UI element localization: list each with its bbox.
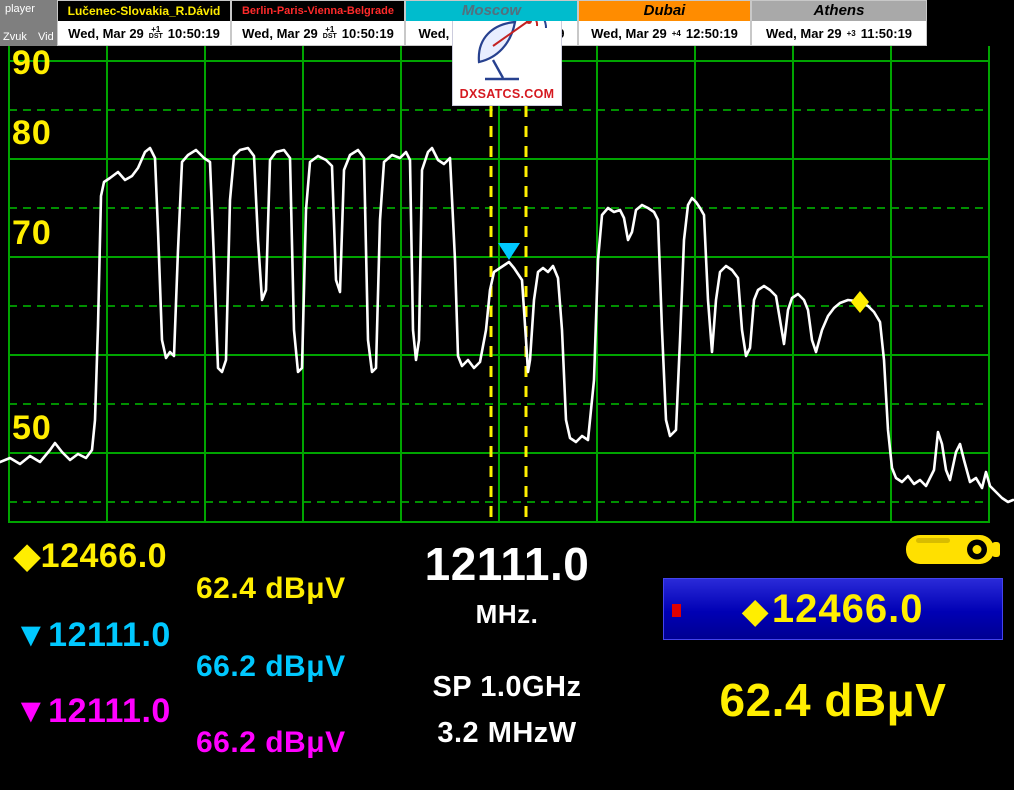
clock-tz-badge: +4: [672, 30, 681, 37]
clock-city-label: Athens: [752, 1, 926, 21]
sound-menu-label[interactable]: Zvuk: [3, 31, 27, 43]
player-menu-strip: player Zvuk Vid: [0, 0, 57, 46]
marker2-frequency: ▼12111.0: [14, 616, 171, 655]
clock-city-label: Berlin-Paris-Vienna-Belgrade: [232, 1, 404, 21]
yellow-marker-diamond-icon: [851, 291, 869, 313]
marker1-level: 62.4 dBμV: [196, 572, 346, 606]
clock-date: Wed, Mar 29: [242, 26, 318, 41]
clock-date: Wed, Mar 29: [766, 26, 842, 41]
dxsatcs-logo: DXSATCS.COM: [452, 9, 562, 106]
triangle-marker-icon: ▼: [14, 616, 48, 654]
clock-time: 11:50:19: [861, 26, 912, 41]
spectrum-trace: [0, 148, 1013, 502]
selected-marker-frequency: ◆12466.0: [743, 587, 924, 632]
bandwidth-readout: 3.2 MHzW: [390, 717, 624, 750]
logo-text: DXSATCS.COM: [453, 87, 561, 101]
satellite-dish-icon: [453, 10, 561, 86]
clock-date: Wed, Mar 29: [68, 26, 144, 41]
y-axis-label-50: 50: [12, 409, 52, 448]
player-menu-label[interactable]: player: [5, 3, 35, 15]
spectrum-canvas: [0, 46, 1014, 523]
clock-time: 10:50:19: [168, 26, 220, 41]
selected-marker-box: ◆12466.0: [663, 578, 1003, 640]
red-tick: [672, 604, 681, 617]
clock-tz-badge: +3: [847, 30, 856, 37]
triangle-marker-icon: ▼: [14, 692, 48, 730]
readout-panel: ◆12466.0 62.4 dBμV ▼12111.0 66.2 dBμV ▼1…: [0, 523, 1014, 790]
marker1-frequency: ◆12466.0: [14, 536, 167, 576]
clock-athens: Athens Wed, Mar 29 +3 11:50:19: [751, 0, 927, 46]
clock-tz-badge: +1DST: [323, 26, 337, 40]
frequency-unit: MHz.: [390, 599, 624, 630]
selected-marker-level: 62.4 dBμV: [663, 673, 1003, 727]
clock-city-label: Moscow: [406, 1, 577, 21]
spectrum-plot: 90 80 70 50: [0, 46, 1014, 523]
video-menu-label[interactable]: Vid: [38, 31, 54, 43]
clock-date: Wed, Mar 29: [591, 26, 667, 41]
y-axis-label-90: 90: [12, 44, 52, 83]
clock-time-row: Wed, Mar 29 +3 11:50:19: [752, 21, 926, 45]
marker3-frequency: ▼12111.0: [14, 692, 171, 731]
diamond-marker-icon: ◆: [743, 592, 769, 629]
marker2-level: 66.2 dBμV: [196, 650, 346, 684]
span-readout: SP 1.0GHz: [390, 671, 624, 704]
clock-berlin: Berlin-Paris-Vienna-Belgrade Wed, Mar 29…: [231, 0, 405, 46]
clock-time: 12:50:19: [686, 26, 738, 41]
clock-dubai: Dubai Wed, Mar 29 +4 12:50:19: [578, 0, 751, 46]
y-axis-label-80: 80: [12, 114, 52, 153]
clock-time-row: Wed, Mar 29 +1DST 10:50:19: [58, 21, 230, 45]
clock-time-row: Wed, Mar 29 +1DST 10:50:19: [232, 21, 404, 45]
clock-tz-badge: +1DST: [149, 26, 163, 40]
battery-icon: [906, 533, 1002, 566]
clock-time-row: Wed, Mar 29 +4 12:50:19: [579, 21, 750, 45]
y-axis-label-70: 70: [12, 214, 52, 253]
grid-vertical-lines: [9, 46, 989, 523]
spectrum-analyzer-screen: player Zvuk Vid Lučenec-Slovakia_R.Dávid…: [0, 0, 1014, 790]
diamond-marker-icon: ◆: [14, 537, 41, 575]
clock-lucenec: Lučenec-Slovakia_R.Dávid Wed, Mar 29 +1D…: [57, 0, 231, 46]
clock-city-label: Dubai: [579, 1, 750, 21]
clock-city-label: Lučenec-Slovakia_R.Dávid: [58, 1, 230, 21]
center-frequency: 12111.0: [390, 537, 624, 591]
clock-time: 10:50:19: [342, 26, 394, 41]
marker3-level: 66.2 dBμV: [196, 726, 346, 760]
